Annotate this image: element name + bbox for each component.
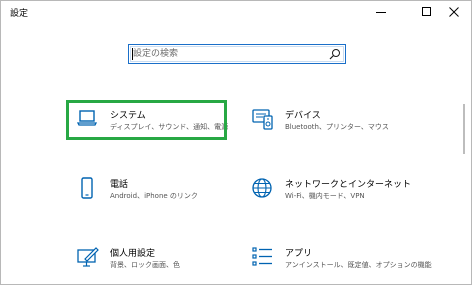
tile-phone[interactable]: 電話 Android、iPhone のリンク (76, 177, 226, 207)
window-title: 設定 (10, 9, 29, 19)
tile-devices-desc: Bluetooth、プリンター、マウス (285, 123, 389, 131)
tile-devices[interactable]: デバイス Bluetooth、プリンター、マウス (251, 108, 421, 138)
tile-phone-name: 電話 (110, 180, 129, 190)
apps-icon (251, 246, 275, 270)
devices-icon (251, 108, 275, 132)
settings-search-box[interactable] (128, 44, 346, 64)
tile-network[interactable]: ネットワークとインターネット Wi-Fi、機内モード、VPN (251, 177, 451, 207)
text-cursor (132, 48, 133, 60)
title-bar[interactable]: 設定 (1, 1, 471, 23)
system-tile-highlight (66, 100, 227, 140)
minimize-button[interactable] (364, 1, 398, 23)
tile-network-desc: Wi-Fi、機内モード、VPN (285, 192, 365, 200)
tile-devices-name: デバイス (285, 111, 321, 121)
settings-window: 設定 設定の検索 システム ディスプレイ、サウンド、通知、電源 デバイス Blu… (0, 0, 472, 285)
close-button[interactable] (437, 1, 471, 23)
search-icon[interactable] (329, 48, 341, 60)
globe-icon (251, 177, 275, 201)
tile-apps[interactable]: アプリ アンインストール、既定値、オプションの機能 (251, 246, 461, 276)
phone-icon (76, 177, 100, 201)
vertical-scrollbar[interactable] (463, 104, 465, 154)
search-input[interactable] (133, 47, 323, 61)
tile-network-name: ネットワークとインターネット (285, 180, 412, 190)
maximize-icon (422, 7, 431, 16)
tile-apps-name: アプリ (285, 249, 313, 259)
tile-personalization-desc: 背景、ロック画面、色 (110, 261, 180, 269)
tile-personalization-name: 個人用設定 (110, 249, 156, 259)
minimize-icon (376, 12, 386, 13)
close-icon (449, 7, 459, 17)
tile-phone-desc: Android、iPhone のリンク (110, 192, 198, 200)
tile-personalization[interactable]: 個人用設定 背景、ロック画面、色 (76, 246, 226, 276)
tile-apps-desc: アンインストール、既定値、オプションの機能 (285, 261, 432, 269)
personalization-icon (76, 246, 100, 270)
